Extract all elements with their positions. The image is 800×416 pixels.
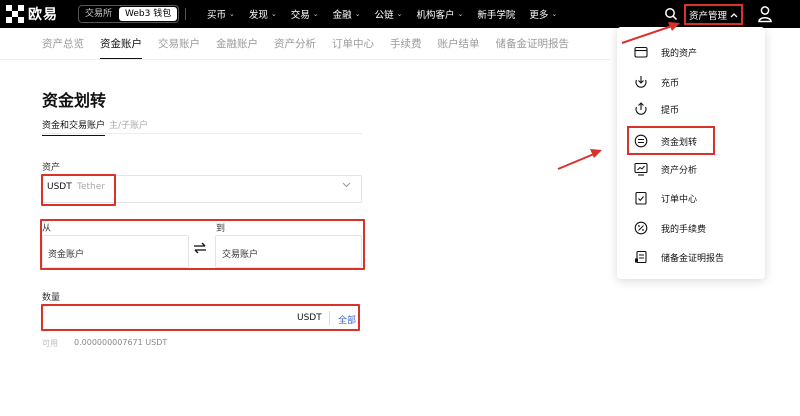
nav-item-finance[interactable]: 金融 ⌄ xyxy=(326,7,368,21)
dropdown-item-deposit[interactable]: 充币 xyxy=(617,71,765,93)
user-icon[interactable] xyxy=(757,5,773,23)
nav-label: 金融 xyxy=(332,10,352,21)
chevron-down-icon: ⌄ xyxy=(551,10,558,18)
chevron-down-icon: ⌄ xyxy=(229,10,235,18)
withdraw-icon xyxy=(635,102,647,115)
fee-icon xyxy=(634,221,648,235)
asset-management-menu-button[interactable]: 资产管理 xyxy=(684,4,743,25)
nav-label: 更多 xyxy=(529,10,549,21)
deposit-icon xyxy=(635,76,647,88)
from-label: 从 xyxy=(42,224,52,234)
transfer-highlight-box xyxy=(627,126,715,155)
analysis-icon xyxy=(634,162,648,176)
subnav-item-proof-of-reserves[interactable]: 储备金证明报告 xyxy=(496,28,570,60)
available-label: 可用 xyxy=(42,339,58,348)
nav-label: 公链 xyxy=(374,10,394,21)
from-account-value: 资金账户 xyxy=(48,250,85,260)
chevron-down-icon: ⌄ xyxy=(312,10,319,18)
subnav-item-finance-account[interactable]: 金融账户 xyxy=(216,28,258,60)
subnav-item-fees[interactable]: 手续费 xyxy=(390,28,422,60)
available-value: 0.000000007671 USDT xyxy=(74,338,168,347)
amount-separator xyxy=(329,311,330,325)
mode-switch: 交易所 Web3 钱包 xyxy=(78,5,180,23)
dropdown-item-label: 储备金证明报告 xyxy=(661,253,725,264)
dropdown-item-label: 订单中心 xyxy=(661,194,698,205)
asset-label: 资产 xyxy=(42,163,61,173)
top-navigation-bar: 欧易 交易所 Web3 钱包 买币 ⌄ 发现 ⌄ 交易 ⌄ 金融 ⌄ 公链 ⌄ 机构客户 ⌄… xyxy=(0,0,800,28)
nav-label: 发现 xyxy=(248,10,268,21)
asset-coin-code: USDT xyxy=(47,182,72,192)
amount-all-button[interactable]: 全部 xyxy=(338,313,356,326)
chevron-up-icon xyxy=(730,12,738,17)
nav-item-academy[interactable]: 新手学院 xyxy=(470,7,522,21)
chevron-down-icon: ⌄ xyxy=(396,10,403,18)
chevron-down-icon: ⌄ xyxy=(270,10,277,18)
swap-icon[interactable] xyxy=(193,242,207,254)
nav-item-discover[interactable]: 发现 ⌄ xyxy=(242,7,284,21)
nav-label: 交易 xyxy=(290,10,310,21)
page-title: 资金划转 xyxy=(42,91,107,110)
nav-item-trade[interactable]: 交易 ⌄ xyxy=(284,7,326,21)
dropdown-item-label: 我的资产 xyxy=(661,48,698,59)
dropdown-item-label: 我的手续费 xyxy=(661,224,707,235)
nav-item-buy[interactable]: 买币 ⌄ xyxy=(200,7,242,21)
arrow-to-transfer xyxy=(557,149,602,170)
subnav-item-overview[interactable]: 资产总览 xyxy=(42,28,84,60)
amount-label: 数量 xyxy=(42,293,61,303)
account-subnav: 资产总览 资金账户 交易账户 金融账户 资产分析 订单中心 手续费 账户结单 储… xyxy=(42,28,585,60)
chevron-down-icon xyxy=(342,182,351,188)
search-icon[interactable] xyxy=(664,7,678,21)
order-center-icon xyxy=(635,191,647,205)
subnav-divider xyxy=(0,59,610,60)
nav-item-institutional[interactable]: 机构客户 ⌄ xyxy=(409,7,470,21)
to-account-value: 交易账户 xyxy=(222,250,259,260)
nav-label: 新手学院 xyxy=(477,10,516,21)
subnav-item-order-center[interactable]: 订单中心 xyxy=(332,28,374,60)
dropdown-item-label: 资产分析 xyxy=(661,165,698,176)
nav-item-more[interactable]: 更多 ⌄ xyxy=(522,7,564,21)
main-nav: 买币 ⌄ 发现 ⌄ 交易 ⌄ 金融 ⌄ 公链 ⌄ 机构客户 ⌄ 新手学院 更多 ⌄ xyxy=(200,0,564,28)
subnav-item-statements[interactable]: 账户结单 xyxy=(438,28,480,60)
asset-management-label: 资产管理 xyxy=(688,10,727,22)
dropdown-item-my-fees[interactable]: 我的手续费 xyxy=(617,217,765,239)
subnav-item-funding-account[interactable]: 资金账户 xyxy=(100,28,142,60)
nav-label: 机构客户 xyxy=(416,10,455,21)
chevron-down-icon: ⌄ xyxy=(354,10,361,18)
logo-text: 欧易 xyxy=(28,7,58,23)
amount-unit: USDT xyxy=(297,313,322,323)
subnav-item-asset-analysis[interactable]: 资产分析 xyxy=(274,28,316,60)
to-label: 到 xyxy=(216,224,226,234)
subnav-item-trading-account[interactable]: 交易账户 xyxy=(158,28,200,60)
mode-web3-button[interactable]: Web3 钱包 xyxy=(119,7,178,21)
dropdown-item-label: 提币 xyxy=(661,105,680,116)
chevron-down-icon: ⌄ xyxy=(457,10,464,18)
tabs-divider xyxy=(42,133,362,134)
dropdown-item-reserve-report[interactable]: 储备金证明报告 xyxy=(617,246,765,268)
logo-mark-icon xyxy=(6,5,24,23)
wallet-icon xyxy=(634,46,648,58)
dropdown-item-label: 充币 xyxy=(661,78,680,89)
reserve-report-icon xyxy=(635,250,647,264)
nav-divider xyxy=(185,8,186,20)
mode-exchange-button[interactable]: 交易所 xyxy=(79,6,118,22)
dropdown-item-withdraw[interactable]: 提币 xyxy=(617,98,765,120)
nav-label: 买币 xyxy=(207,10,227,21)
dropdown-item-my-assets[interactable]: 我的资产 xyxy=(617,41,765,63)
asset-coin-name: Tether xyxy=(77,182,105,192)
dropdown-item-order-center[interactable]: 订单中心 xyxy=(617,187,765,209)
nav-item-chain[interactable]: 公链 ⌄ xyxy=(368,7,410,21)
dropdown-item-asset-analysis[interactable]: 资产分析 xyxy=(617,158,765,180)
logo[interactable]: 欧易 xyxy=(6,4,58,24)
